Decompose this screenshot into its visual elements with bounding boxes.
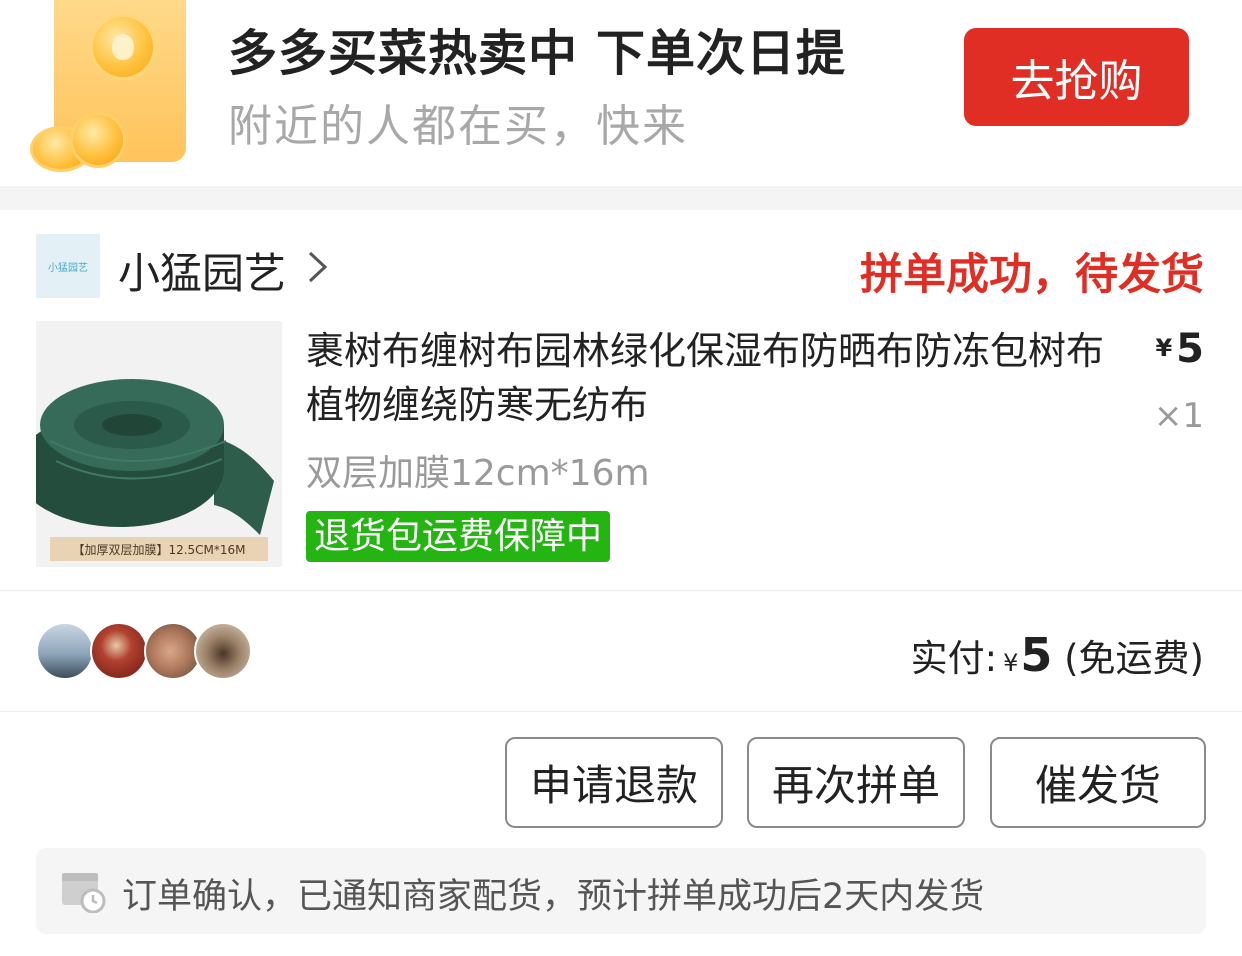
group-avatars[interactable] — [36, 622, 256, 680]
product-image[interactable]: 【加厚双层加膜】12.5CM*16M — [36, 321, 282, 567]
avatar — [36, 622, 94, 680]
payment-total: 实付: ¥5 (免运费) — [911, 628, 1204, 682]
order-status: 拼单成功，待发货 — [860, 250, 1204, 300]
calendar-clock-icon — [62, 873, 106, 913]
shipping-note: (免运费) — [1064, 637, 1204, 680]
divider — [0, 711, 1242, 712]
product-image-label: 【加厚双层加膜】12.5CM*16M — [50, 537, 268, 561]
grab-button[interactable]: 去抢购 — [964, 28, 1189, 126]
price-value: 5 — [1176, 326, 1204, 372]
product-price: ¥5 — [1155, 326, 1204, 372]
promo-banner[interactable]: 多多买菜热卖中 下单次日提 附近的人都在买，快来 去抢购 — [0, 0, 1242, 186]
section-divider — [0, 186, 1242, 210]
currency-symbol: ¥ — [1155, 334, 1173, 362]
shipping-notice: 订单确认，已通知商家配货，预计拼单成功后2天内发货 — [36, 848, 1206, 934]
order-page: 多多买菜热卖中 下单次日提 附近的人都在买，快来 去抢购 小猛园艺 小猛园艺 拼… — [0, 0, 1242, 956]
product-spec: 双层加膜12cm*16m — [306, 453, 650, 494]
refund-button[interactable]: 申请退款 — [505, 737, 723, 828]
product-quantity: ×1 — [1153, 396, 1204, 436]
urge-shipping-button[interactable]: 催发货 — [990, 737, 1206, 828]
envelope-seal — [90, 14, 156, 80]
payment-label: 实付: — [910, 637, 998, 680]
banner-subtitle: 附近的人都在买，快来 — [228, 101, 688, 152]
currency-symbol: ¥ — [1003, 649, 1019, 677]
store-logo[interactable]: 小猛园艺 — [36, 234, 100, 298]
avatar — [194, 622, 252, 680]
guarantee-badge: 退货包运费保障中 — [306, 511, 611, 562]
banner-title: 多多买菜热卖中 下单次日提 — [228, 25, 847, 82]
divider — [0, 590, 1242, 591]
coin-icon — [70, 112, 126, 168]
avatar — [90, 622, 148, 680]
product-title[interactable]: 裹树布缠树布园林绿化保湿布防晒布防冻包树布植物缠绕防寒无纺布 — [306, 324, 1136, 432]
reorder-button[interactable]: 再次拼单 — [747, 737, 965, 828]
notice-text: 订单确认，已通知商家配货，预计拼单成功后2天内发货 — [122, 877, 985, 917]
fabric-roll-icon — [36, 321, 282, 567]
payment-amount: 5 — [1020, 628, 1053, 682]
store-name[interactable]: 小猛园艺 — [118, 240, 286, 301]
chevron-right-icon[interactable] — [305, 249, 331, 285]
